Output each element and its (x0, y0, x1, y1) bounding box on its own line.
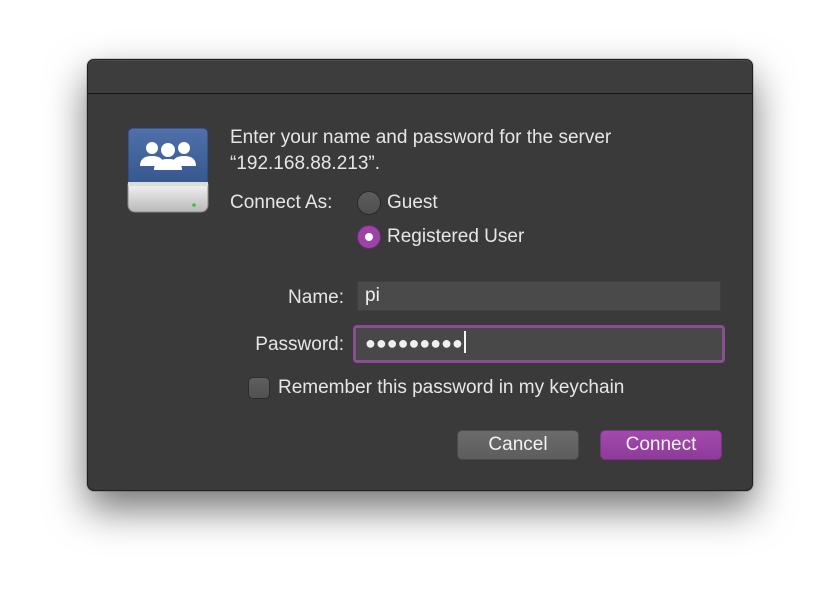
remember-password-checkbox[interactable] (248, 377, 270, 399)
name-input[interactable]: pi (357, 281, 721, 311)
password-label: Password: (255, 334, 344, 355)
radio-selected-dot (365, 233, 373, 241)
radio-registered-user[interactable]: Registered User (357, 224, 524, 250)
network-server-icon (127, 127, 209, 213)
connect-button[interactable]: Connect (600, 430, 722, 460)
password-value: ●●●●●●●●● (365, 333, 463, 353)
radio-guest[interactable]: Guest (357, 190, 438, 216)
server-prompt: Enter your name and password for the ser… (230, 125, 710, 177)
text-caret (463, 330, 466, 353)
radio-registered-user-control[interactable] (357, 225, 381, 249)
screen: Enter your name and password for the ser… (0, 0, 840, 606)
cancel-button[interactable]: Cancel (457, 430, 579, 460)
prompt-line-2: “192.168.88.213”. (230, 153, 381, 174)
remember-password-label: Remember this password in my keychain (278, 377, 625, 398)
remember-password-row[interactable]: Remember this password in my keychain (248, 376, 624, 400)
radio-guest-control[interactable] (357, 191, 381, 215)
name-label: Name: (288, 287, 344, 308)
login-dialog: Enter your name and password for the ser… (87, 59, 753, 491)
connect-as-label: Connect As: (230, 192, 333, 213)
radio-guest-label: Guest (387, 192, 438, 213)
dialog-titlebar[interactable] (88, 60, 752, 94)
prompt-line-1: Enter your name and password for the ser… (230, 127, 612, 148)
radio-registered-user-label: Registered User (387, 226, 525, 247)
password-input[interactable]: ●●●●●●●●● (353, 325, 725, 363)
